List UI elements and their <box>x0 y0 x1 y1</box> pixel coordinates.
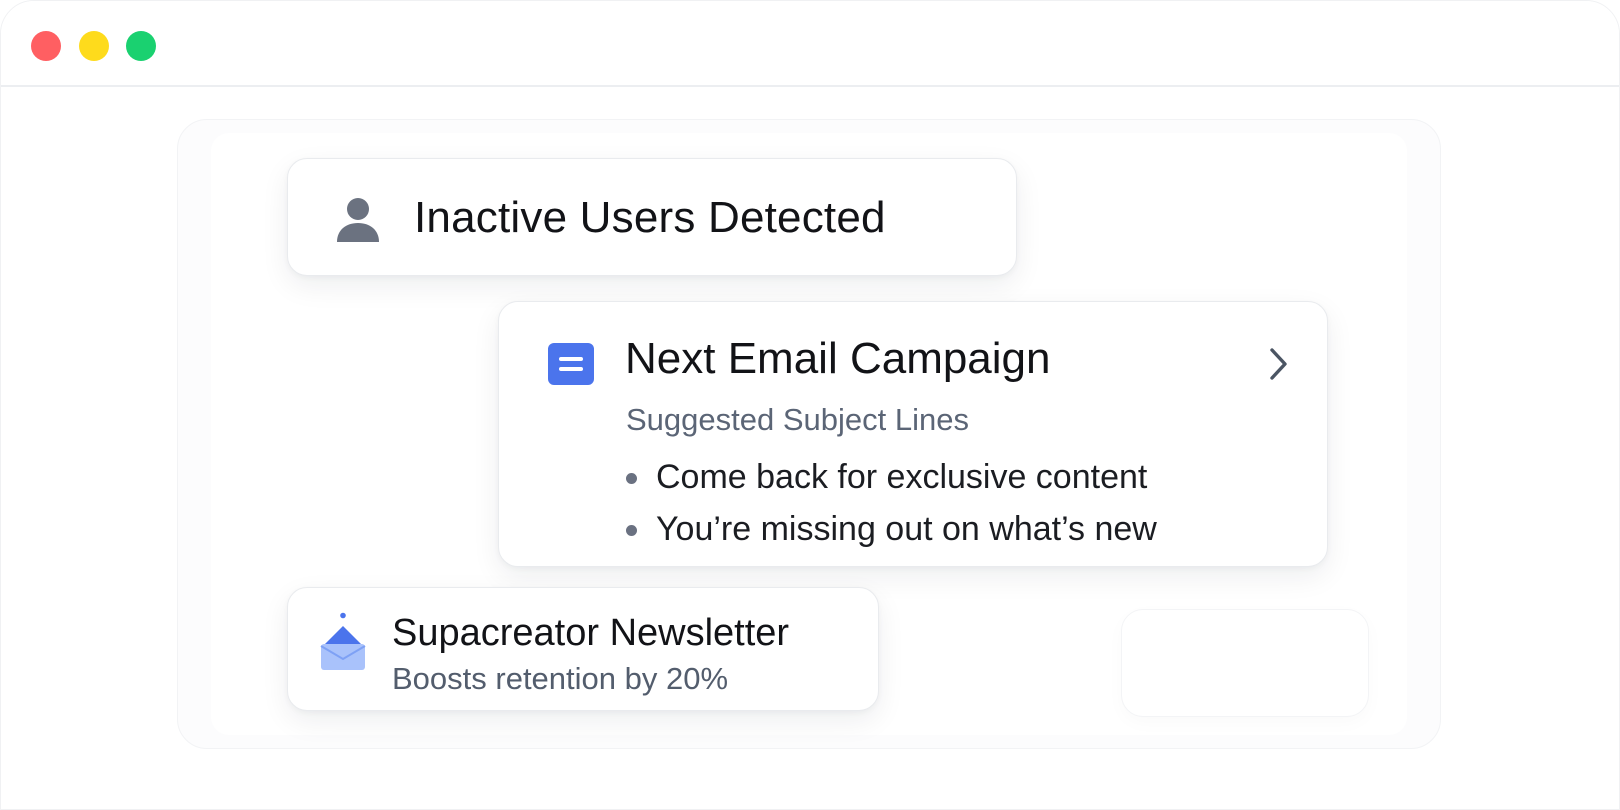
chevron-right-icon[interactable] <box>1267 346 1291 382</box>
minimize-window-button[interactable] <box>79 31 109 61</box>
suggested-subject-lines-label: Suggested Subject Lines <box>626 402 969 437</box>
subject-line-item: Come back for exclusive content <box>626 451 1157 503</box>
open-envelope-icon <box>320 612 366 670</box>
inactive-users-card[interactable]: Inactive Users Detected <box>287 158 1017 276</box>
email-campaign-card[interactable]: Next Email Campaign Suggested Subject Li… <box>498 301 1328 567</box>
inactive-users-title: Inactive Users Detected <box>414 193 886 242</box>
subject-lines-list: Come back for exclusive content You’re m… <box>626 451 1157 555</box>
close-window-button[interactable] <box>31 31 61 61</box>
app-window: Inactive Users Detected Next Email Campa… <box>0 0 1620 810</box>
newsletter-title: Supacreator Newsletter <box>392 612 790 654</box>
subject-line-text: You’re missing out on what’s new <box>656 510 1157 548</box>
user-icon <box>337 198 379 242</box>
maximize-window-button[interactable] <box>126 31 156 61</box>
newsletter-card[interactable]: Supacreator Newsletter Boosts retention … <box>287 587 879 711</box>
placeholder-card <box>1121 609 1369 717</box>
subject-line-item: You’re missing out on what’s new <box>626 503 1157 555</box>
title-bar <box>1 1 1619 87</box>
subject-line-text: Come back for exclusive content <box>656 458 1148 496</box>
newsletter-subtitle: Boosts retention by 20% <box>392 661 729 696</box>
bullet-icon <box>626 525 637 536</box>
document-icon <box>548 343 594 385</box>
bullet-icon <box>626 473 637 484</box>
email-campaign-title: Next Email Campaign <box>625 334 1051 383</box>
